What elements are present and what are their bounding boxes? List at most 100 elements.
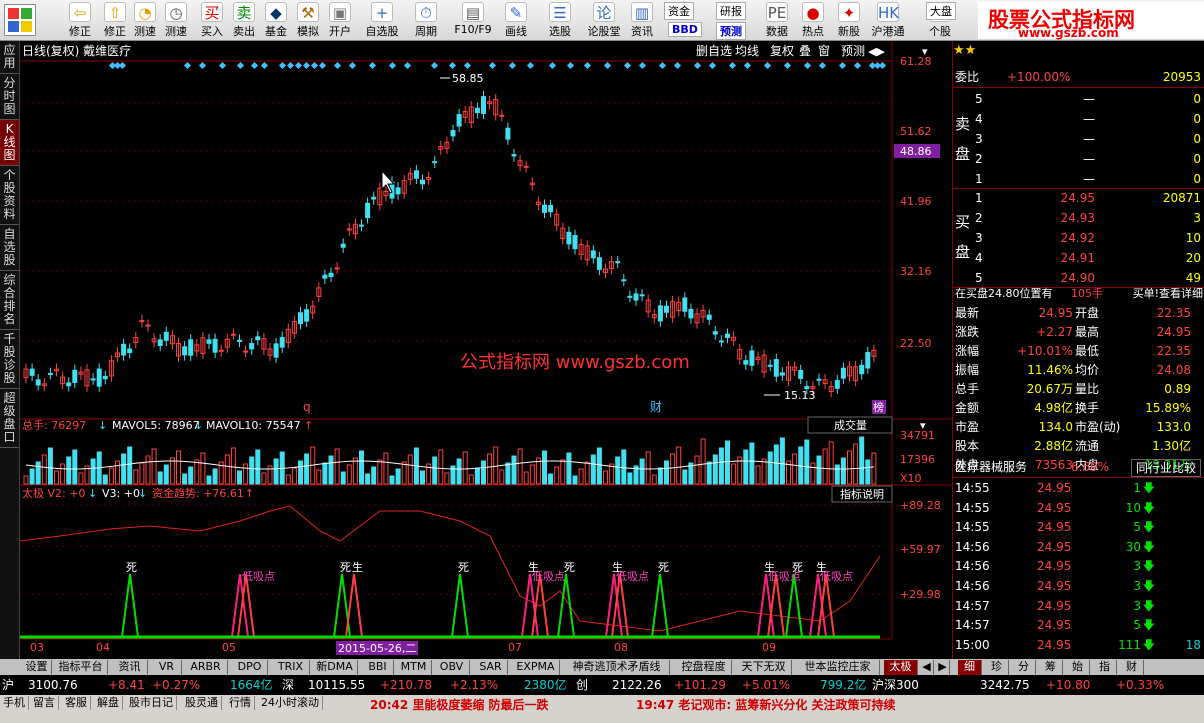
kline-chart-area[interactable]: 日线(复权) 戴维医疗 删自选 均线 复权叠窗预测 ◀▶ ▾61.2851.6241.96… [20, 41, 952, 659]
indicator-tab-16[interactable]: 世本监控庄家 [796, 660, 880, 675]
quote-label-2: 开盘 [1075, 306, 1100, 320]
toolbar-button-17[interactable]: ● 热点 [796, 0, 830, 40]
toolbar-button-19[interactable]: HK 沪港通 [868, 0, 908, 40]
toolbar-button-13[interactable]: ☰ 选股 [540, 0, 580, 40]
indicator-tab-11[interactable]: SAR [474, 660, 508, 675]
indicator-tab-8[interactable]: BBI [362, 660, 394, 675]
toolbar-button-5[interactable]: 卖卖出 [228, 0, 260, 40]
indicator-tab-6[interactable]: TRIX [272, 660, 310, 675]
toolbar-button-12[interactable]: ✎ 画线 [498, 0, 534, 40]
toolbar-sub-3[interactable]: 预测 [716, 22, 746, 40]
toolbar-button-3[interactable]: ◷ 测速 [160, 0, 192, 40]
vol-button[interactable]: 成交量 [834, 418, 867, 432]
status-item-0[interactable]: 手机 [0, 696, 29, 710]
toolbar-button-10[interactable]: ⏱ 周期 [404, 0, 448, 40]
indicator-tab-7[interactable]: 新DMA [312, 660, 358, 675]
right-tab-5[interactable]: 指 [1093, 660, 1117, 675]
indicator-tab-10[interactable]: OBV [434, 660, 470, 675]
toolbar-button-11[interactable]: ▤ F10/F9 [450, 0, 496, 40]
toolbar-button-15[interactable]: ▥ 资讯 [626, 0, 658, 40]
news-2[interactable]: 19:47 老记观市: 蓝筹新兴分化 关注政策可持续 [636, 696, 896, 713]
toolbar-button-6[interactable]: ◆ 基金 [260, 0, 292, 40]
ind-arrow-2: ↓ [138, 487, 147, 500]
right-tab-2[interactable]: 分 [1012, 660, 1036, 675]
marker-finance[interactable]: 财 [650, 400, 662, 414]
right-tab-6[interactable]: 财 [1120, 660, 1144, 675]
indicator-tab-2[interactable]: 资讯 [112, 660, 148, 675]
ind-button[interactable]: 指标说明 [840, 487, 884, 501]
indicator-tab-14[interactable]: 控盘程度 [676, 660, 732, 675]
tick-price: 24.95 [1037, 579, 1072, 593]
toolbar-button-2[interactable]: ◔ 测速 [130, 0, 160, 40]
industry-compare-button[interactable]: 同行业比较 [1130, 459, 1201, 477]
status-item-5[interactable]: 股灵通 [182, 696, 222, 710]
volume-bar [627, 472, 633, 485]
toolbar-button-16[interactable]: PE 数据 [760, 0, 794, 40]
marker-rank[interactable]: 榜 [873, 400, 884, 414]
status-item-1[interactable]: 留言 [30, 696, 59, 710]
home-icon[interactable] [4, 4, 36, 36]
indicator-tab-13[interactable]: 神奇逃顶术矛盾线 [564, 660, 670, 675]
chart-menu-3[interactable]: 叠 [799, 44, 811, 58]
indicator-tab-17[interactable]: 太极 [884, 660, 918, 675]
sell-price: — [1083, 132, 1095, 146]
status-item-6[interactable]: 行情 [226, 696, 255, 710]
indicator-tab-15[interactable]: 天下无双 [736, 660, 792, 675]
toolbar-button-18[interactable]: ✦ 新股 [832, 0, 866, 40]
quote-row: 涨幅 +10.01% 最低 22.35 [953, 341, 1204, 361]
chart-nav-arrows[interactable]: ◀▶ [868, 45, 885, 58]
tick-volume: 3 [1133, 598, 1141, 613]
volume-bar [706, 461, 712, 485]
toolbar-sub-4[interactable]: 大盘 [926, 2, 956, 20]
chart-menu-5[interactable]: 预测 [841, 44, 865, 58]
toolbar-sub-2[interactable]: 研报 [716, 2, 746, 20]
toolbar-button-1[interactable]: ⇧ 修正 [100, 0, 130, 40]
indicator-tab-1[interactable]: 指标平台 [54, 660, 108, 675]
status-item-3[interactable]: 解盘 [94, 696, 123, 710]
toolbar-button-4[interactable]: 买买入 [196, 0, 228, 40]
toolbar-button-14[interactable]: 论论股堂 [582, 0, 626, 40]
right-tab-3[interactable]: 筹 [1039, 660, 1063, 675]
chart-menu-1[interactable]: 均线 [735, 44, 759, 58]
indicator-tab-3[interactable]: VR [152, 660, 182, 675]
star-rating-icon[interactable]: ★★ [953, 43, 976, 58]
vtab-5[interactable]: 综合排名 [0, 271, 19, 330]
indicator-tab-4[interactable]: ARBR [184, 660, 228, 675]
volume-bar [395, 468, 401, 485]
tab-scroll-right-icon[interactable]: ▶ [936, 660, 950, 675]
right-tab-4[interactable]: 始 [1066, 660, 1090, 675]
tick-price: 24.95 [1037, 559, 1072, 574]
tab-scroll-left-icon[interactable]: ◀ [920, 660, 934, 675]
right-tab-1[interactable]: 珍 [985, 660, 1009, 675]
indicator-tab-5[interactable]: DPO [232, 660, 268, 675]
chart-menu-4[interactable]: 窗 [818, 44, 830, 58]
indicator-tab-12[interactable]: EXPMA [512, 660, 560, 675]
indicator-tab-0[interactable]: 设置 [22, 660, 52, 675]
indicator-tab-9[interactable]: MTM [396, 660, 432, 675]
quote-label-2: 流通 [1075, 439, 1100, 453]
vtab-2[interactable]: K线图 [0, 120, 19, 166]
vtab-6[interactable]: 千股诊股 [0, 330, 19, 389]
vtab-7[interactable]: 超级盘口 [0, 389, 19, 448]
toolbar-sub-1[interactable]: BBD [668, 22, 702, 37]
vtab-4[interactable]: 自选股 [0, 225, 19, 271]
toolbar-sub-0[interactable]: 资金 [664, 2, 694, 20]
sell-level: 1 [975, 172, 983, 186]
toolbar-button-7[interactable]: ⚒ 模拟 [292, 0, 324, 40]
chart-menu-0[interactable]: 删自选 [696, 44, 732, 58]
status-item-2[interactable]: 客服 [62, 696, 91, 710]
toolbar-button-0[interactable]: ⇦ 修正 [60, 0, 100, 40]
gauge-icon: ◷ [165, 2, 187, 22]
status-item-4[interactable]: 股市日记 [126, 696, 177, 710]
status-item-7[interactable]: 24小时滚动 [258, 696, 323, 710]
toolbar-button-8[interactable]: ▣ 开户 [324, 0, 356, 40]
toolbar-button-9[interactable]: + 自选股 [362, 0, 402, 40]
vtab-0[interactable]: 应用 [0, 41, 19, 74]
vtab-1[interactable]: 分时图 [0, 74, 19, 120]
news-1[interactable]: 20:42 里能极度萎缩 防最后一跌 [370, 696, 549, 713]
right-tab-0[interactable]: 细 [958, 660, 982, 675]
vtab-3[interactable]: 个股资料 [0, 166, 19, 225]
buy-point-label-0: 低吸点 [242, 570, 275, 583]
quote-value: 11.46% [1027, 363, 1073, 377]
chart-menu-2[interactable]: 复权 [770, 44, 794, 58]
